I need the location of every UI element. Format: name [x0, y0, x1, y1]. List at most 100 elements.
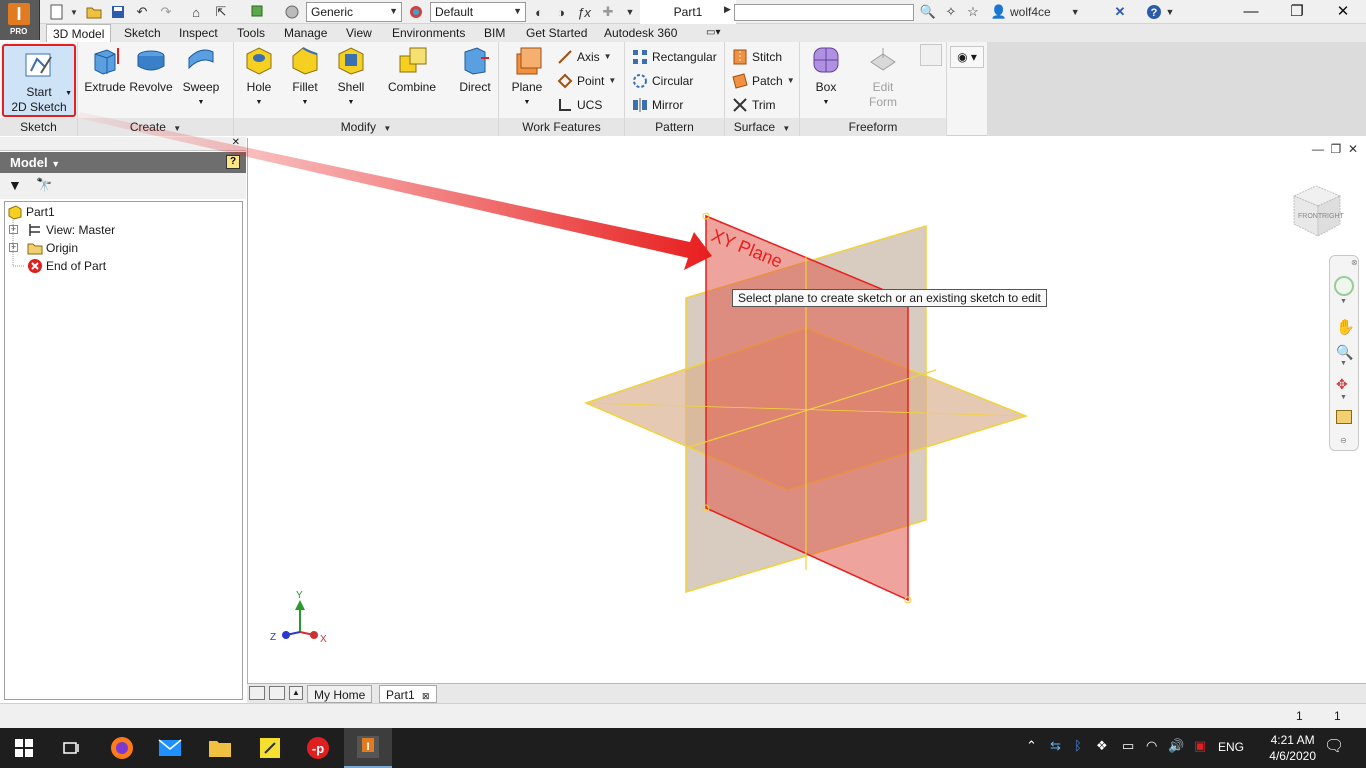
start-2d-sketch-button[interactable]: Start 2D Sketch ▼ [2, 44, 76, 117]
save-icon[interactable] [108, 3, 128, 21]
circular-pattern-button[interactable]: Circular [632, 71, 693, 91]
revolve-button[interactable]: Revolve [128, 44, 174, 95]
stitch-button[interactable]: Stitch [732, 47, 782, 67]
appearance-icon[interactable] [406, 3, 426, 21]
sticky-notes-icon[interactable] [246, 728, 294, 768]
mail-icon[interactable] [146, 728, 194, 768]
tab-manage[interactable]: Manage [278, 24, 333, 42]
sweep-button[interactable]: Sweep ▼ [176, 44, 226, 110]
clock[interactable]: 4:21 AM 4/6/2020 [1269, 732, 1316, 764]
tile-windows-icon[interactable] [249, 686, 265, 700]
ucs-button[interactable]: UCS [557, 95, 602, 115]
language-indicator[interactable]: ENG [1218, 740, 1244, 754]
model-browser-header[interactable]: Model ▼ ? [0, 152, 246, 173]
search-binoculars-icon[interactable]: 🔍 [918, 3, 938, 21]
show-hidden-icons-icon[interactable]: ⌃ [1026, 738, 1037, 754]
close-tab-icon[interactable]: ⊠ [422, 691, 430, 701]
tree-node-view[interactable]: View: Master [27, 221, 115, 239]
edit-form-button[interactable]: Edit Form [860, 44, 906, 110]
new-file-icon[interactable] [46, 3, 68, 21]
bluetooth-icon[interactable]: ᛒ [1074, 738, 1082, 753]
parameters-icon[interactable]: ƒx [574, 3, 594, 21]
tab-autodesk-360[interactable]: Autodesk 360 [598, 24, 683, 42]
chevron-down-icon[interactable]: ▼ [1340, 298, 1347, 305]
return-icon[interactable]: ⇱ [210, 3, 232, 21]
app-menu-button[interactable]: I PRO [0, 0, 40, 40]
patch-button[interactable]: Patch ▼ [732, 71, 795, 91]
zoom-icon[interactable]: 🔍 [1336, 344, 1353, 361]
modify-panel-label[interactable]: Modify ▼ [234, 118, 498, 136]
user-icon[interactable]: 👤 [990, 3, 1008, 21]
close-navbar-icon[interactable]: ⊗ [1351, 258, 1358, 267]
extrude-button[interactable]: Extrude [82, 44, 128, 95]
rectangular-pattern-button[interactable]: Rectangular [632, 47, 717, 67]
arrange-windows-icon[interactable] [269, 686, 285, 700]
new-dropdown-icon[interactable]: ▼ [68, 3, 80, 21]
graphics-viewport[interactable]: — ❐ ✕ XY Plane Y X Z FRONT RIGHT ⊗ ▼ ✋ 🔍… [247, 138, 1366, 683]
orbit-icon[interactable]: ✥ [1336, 376, 1348, 393]
wifi-icon[interactable]: ◠ [1146, 738, 1157, 754]
start-windows-icon[interactable] [0, 728, 48, 768]
chevron-down-icon[interactable]: ▼ [1340, 394, 1347, 401]
view-face-icon[interactable] [1336, 410, 1352, 424]
maximize-icon[interactable]: ❐ [1274, 0, 1320, 24]
plus-icon[interactable]: ✚ [598, 3, 618, 21]
pan-hand-icon[interactable]: ✋ [1336, 318, 1355, 336]
select-icon[interactable] [248, 3, 268, 21]
tab-sketch[interactable]: Sketch [118, 24, 167, 42]
tab-my-home[interactable]: My Home [307, 685, 373, 703]
chevron-down-icon[interactable]: ▼ [1340, 360, 1347, 367]
combine-button[interactable]: Combine [378, 44, 446, 95]
open-folder-icon[interactable] [84, 3, 104, 21]
user-menu[interactable]: wolf4ce ▼ [1010, 3, 1100, 21]
minimize-icon[interactable]: — [1228, 0, 1274, 24]
battery-icon[interactable]: ▭ [1122, 738, 1134, 754]
close-icon[interactable]: ✕ [1320, 0, 1366, 24]
adjust-icon[interactable]: ◐ [530, 3, 548, 21]
navbar-options-icon[interactable]: ⊖ [1340, 436, 1347, 445]
surface-panel-label[interactable]: Surface ▼ [725, 118, 799, 136]
sync-icon[interactable]: ⇆ [1050, 738, 1061, 754]
box-button[interactable]: Box ▼ [806, 44, 846, 110]
ribbon-options-icon[interactable]: ▭▾ [700, 24, 726, 42]
ribbon-more-button[interactable]: ◉ ▾ [950, 46, 984, 68]
point-button[interactable]: Point ▼ [557, 71, 616, 91]
favorites-star-icon[interactable]: ☆ [964, 3, 982, 21]
viewcube[interactable]: FRONT RIGHT [1288, 182, 1346, 240]
search-input[interactable] [734, 4, 914, 21]
direct-button[interactable]: Direct [452, 44, 498, 95]
subscription-icon[interactable]: ✧ [942, 3, 960, 21]
shell-button[interactable]: Shell ▼ [328, 44, 374, 110]
steering-wheel-icon[interactable] [1334, 276, 1354, 296]
freeform-extra-button[interactable] [920, 44, 944, 66]
tab-bim[interactable]: BIM [478, 24, 511, 42]
trim-button[interactable]: Trim [732, 95, 776, 115]
create-panel-label[interactable]: Create ▼ [78, 118, 233, 136]
axis-button[interactable]: Axis ▼ [557, 47, 612, 67]
tab-environments[interactable]: Environments [386, 24, 471, 42]
redo-icon[interactable]: ↷ [156, 3, 176, 21]
chevron-up-icon[interactable]: ▲ [289, 686, 303, 700]
tree-node-end-of-part[interactable]: End of Part [27, 257, 106, 275]
help-dropdown-icon[interactable]: ▼ [1164, 3, 1176, 21]
tab-get-started[interactable]: Get Started [520, 24, 593, 42]
file-explorer-icon[interactable] [196, 728, 244, 768]
hole-button[interactable]: Hole ▼ [236, 44, 282, 110]
find-binoculars-icon[interactable]: 🔭 [36, 177, 52, 193]
app-p-icon[interactable]: -p [294, 728, 342, 768]
firefox-icon[interactable] [98, 728, 146, 768]
browser-help-icon[interactable]: ? [226, 155, 240, 169]
plane-button[interactable]: Plane ▼ [505, 44, 549, 110]
undo-icon[interactable]: ↶ [132, 3, 152, 21]
presentation-icon[interactable]: ▣ [1194, 738, 1206, 754]
tab-part1[interactable]: Part1 ⊠ [379, 685, 437, 703]
material-icon[interactable] [282, 3, 302, 21]
style-select[interactable]: Generic ▼ [306, 2, 402, 22]
exchange-apps-icon[interactable]: ✕ [1110, 3, 1130, 21]
home-icon[interactable]: ⌂ [186, 3, 206, 21]
help-icon[interactable]: ? [1144, 3, 1164, 21]
filter-icon[interactable]: ▼ [8, 177, 22, 193]
clear-appearance-icon[interactable]: ◑ [552, 3, 570, 21]
tab-view[interactable]: View [340, 24, 378, 42]
task-view-icon[interactable] [48, 728, 96, 768]
